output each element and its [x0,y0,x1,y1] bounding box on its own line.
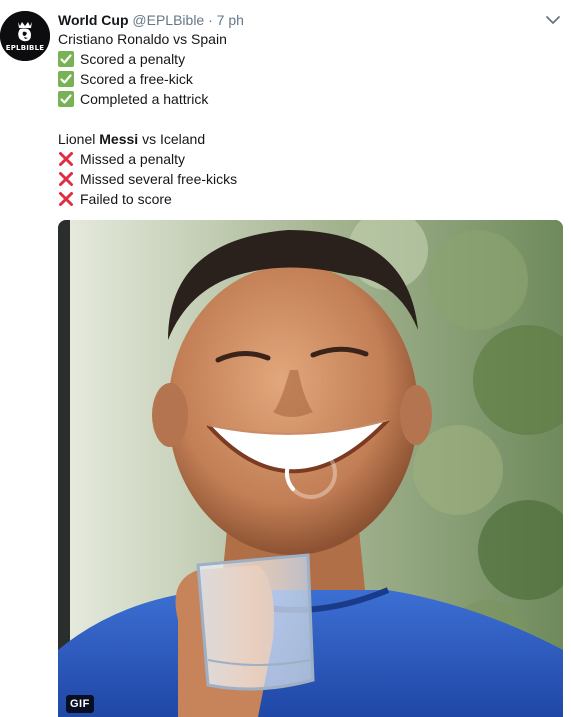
list-item: Missed a penalty [58,149,558,169]
white-check-mark-icon [58,71,74,87]
list-item: Scored a penalty [58,49,558,69]
text-line: Lionel Messi vs Iceland [58,129,558,149]
list-item-text: Missed several free-kicks [80,171,238,187]
loading-spinner-icon [284,446,337,499]
timestamp[interactable]: 7 ph [217,12,244,28]
cross-mark-icon [58,151,74,167]
avatar-text: EPLBIBLE [5,44,45,52]
gif-badge: GIF [66,695,94,713]
list-item-text: Scored a free-kick [80,71,193,87]
separator-dot: · [208,12,213,28]
handle[interactable]: @EPLBible [132,12,204,28]
ronaldo-intro: Cristiano Ronaldo vs Spain [58,31,227,47]
list-item: Missed several free-kicks [58,169,558,189]
tweet-text: Cristiano Ronaldo vs Spain Scored a pena… [58,29,558,209]
tweet[interactable]: EPLBIBLE World Cup @EPLBible · 7 ph Cris… [0,0,571,717]
list-item-text: Missed a penalty [80,151,186,167]
white-check-mark-icon [58,51,74,67]
display-name[interactable]: World Cup [58,12,129,28]
cross-mark-icon [58,191,74,207]
text-line: Cristiano Ronaldo vs Spain [58,29,558,49]
lion-crown-icon [0,11,50,61]
cross-mark-icon [58,171,74,187]
list-item: Scored a free-kick [58,69,558,89]
list-item-text: Scored a penalty [80,51,186,67]
avatar[interactable]: EPLBIBLE [0,11,50,61]
tweet-header: World Cup @EPLBible · 7 ph [58,10,244,30]
messi-intro-post: vs Iceland [138,131,206,147]
list-item-text: Failed to score [80,191,172,207]
list-item: Completed a hattrick [58,89,558,109]
chevron-down-icon[interactable] [545,14,561,26]
list-item-text: Completed a hattrick [80,91,209,107]
messi-intro-pre: Lionel [58,131,100,147]
gif-media[interactable]: GIF [58,220,563,717]
messi-intro-bold: Messi [99,131,139,147]
list-item: Failed to score [58,189,558,209]
white-check-mark-icon [58,91,74,107]
